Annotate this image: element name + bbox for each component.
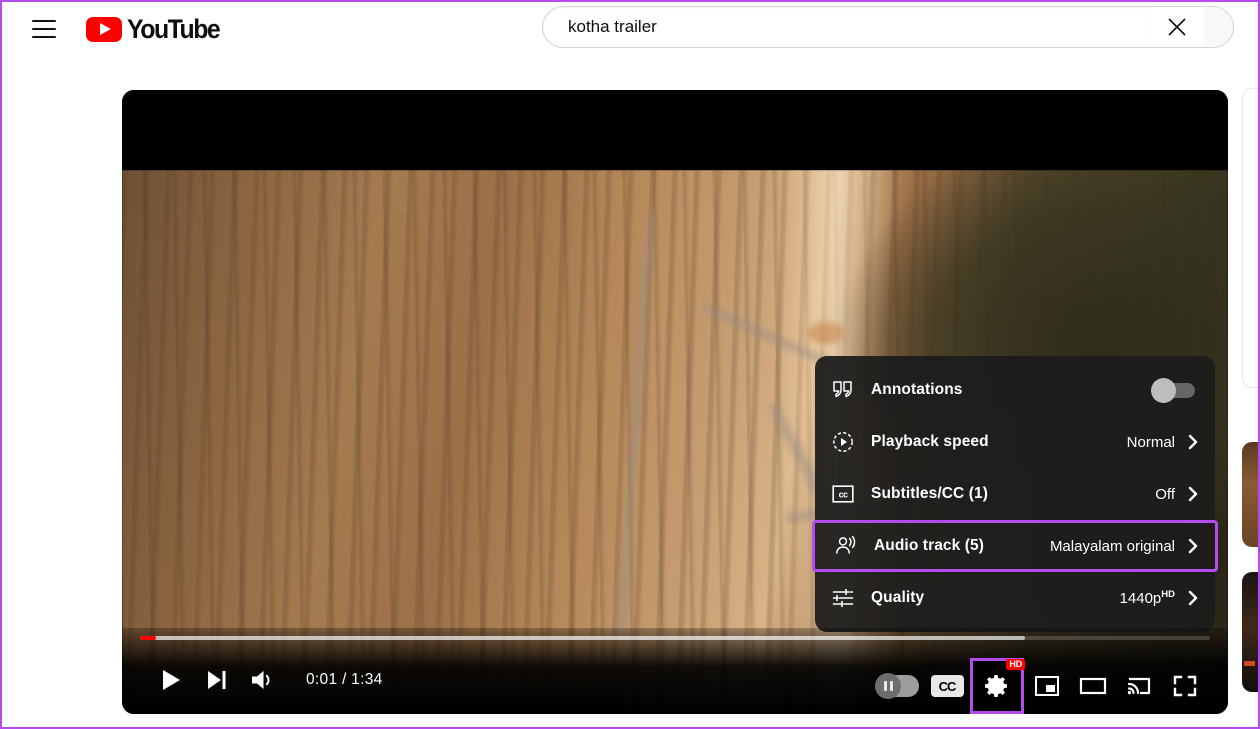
progress-bar[interactable] (140, 636, 1210, 640)
toggle-knob (1151, 377, 1176, 403)
settings-label-subtitles: Subtitles/CC (1) (871, 485, 988, 502)
settings-label-playback-speed: Playback speed (871, 433, 989, 450)
play-icon[interactable] (148, 658, 194, 702)
annotations-quote-icon (831, 379, 865, 401)
closed-captions-button[interactable]: CC (924, 664, 970, 708)
sidebar-panel-edge (1242, 88, 1258, 388)
cast-icon[interactable] (1116, 664, 1162, 708)
pause-bar (883, 681, 887, 691)
search-input-value: kotha trailer (568, 17, 657, 36)
volume-icon[interactable] (240, 658, 286, 702)
fullscreen-icon[interactable] (1162, 664, 1208, 708)
control-bar-right: CC HD (870, 658, 1208, 714)
quality-sliders-icon (831, 587, 865, 609)
search-submit-button[interactable] (1204, 6, 1234, 48)
settings-label-quality: Quality (871, 589, 925, 606)
autoplay-toggle-icon[interactable] (870, 664, 924, 708)
settings-label-annotations: Annotations (871, 381, 963, 398)
annotations-toggle[interactable] (1151, 377, 1195, 403)
search-input[interactable]: kotha trailer (542, 6, 1150, 48)
search-bar: kotha trailer (542, 6, 1234, 48)
youtube-logo-text: YouTube (127, 13, 221, 44)
settings-label-audio-track: Audio track (5) (874, 537, 985, 554)
chevron-right-icon (1185, 590, 1201, 606)
settings-row-playback-speed[interactable]: Playback speed Normal (815, 416, 1215, 468)
video-player[interactable]: Annotations Playback speed Normal cc Sub… (122, 90, 1228, 714)
time-display: 0:01 / 1:34 (306, 671, 383, 688)
video-blur-shape (615, 213, 655, 638)
pause-bar (889, 681, 893, 691)
closed-captions-icon: cc (831, 484, 865, 504)
youtube-logo[interactable]: YouTube (86, 14, 227, 45)
video-letterbox-bar (122, 90, 1228, 170)
settings-row-audio-track[interactable]: Audio track (5) Malayalam original (812, 520, 1218, 572)
chevron-right-icon (1185, 486, 1201, 502)
sidebar-video-thumbnail[interactable] (1242, 572, 1258, 692)
chevron-right-icon (1185, 538, 1201, 554)
youtube-play-icon (86, 16, 122, 42)
miniplayer-icon[interactable] (1024, 664, 1070, 708)
progress-loaded (140, 636, 1025, 640)
play-triangle (100, 23, 111, 35)
progress-played (140, 636, 157, 640)
player-control-bar: 0:01 / 1:34 CC HD (122, 628, 1228, 714)
playback-speed-icon (831, 430, 865, 454)
quality-value-text: 1440p (1119, 590, 1162, 607)
audio-track-icon (834, 535, 868, 557)
next-track-icon[interactable] (194, 658, 240, 702)
quality-hd-superscript: HD (1161, 589, 1175, 600)
gear-icon[interactable]: HD (970, 658, 1025, 714)
hamburger-line (32, 20, 56, 22)
close-icon[interactable] (1150, 6, 1204, 48)
cc-badge: CC (930, 675, 964, 697)
autoplay-knob (875, 673, 901, 699)
hamburger-menu-icon[interactable] (32, 20, 56, 38)
control-bar-left: 0:01 / 1:34 (148, 658, 383, 702)
settings-row-quality[interactable]: Quality 1440pHD (815, 572, 1215, 624)
hamburger-line (32, 28, 56, 30)
settings-value-quality: 1440pHD (1120, 589, 1175, 607)
settings-value-audio-track: Malayalam original (1049, 537, 1175, 555)
video-blur-shape (807, 322, 844, 345)
chevron-right-icon (1185, 434, 1201, 450)
hamburger-line (32, 36, 56, 38)
settings-value-playback-speed: Normal (1126, 433, 1175, 451)
settings-row-subtitles[interactable]: cc Subtitles/CC (1) Off (815, 468, 1215, 520)
player-settings-menu: Annotations Playback speed Normal cc Sub… (812, 356, 1218, 632)
autoplay-track (875, 673, 919, 699)
theater-mode-icon[interactable] (1070, 664, 1116, 708)
sidebar-video-thumbnail[interactable] (1242, 442, 1258, 547)
settings-value-subtitles: Off (1155, 485, 1175, 503)
youtube-header: YouTube kotha trailer (2, 2, 1258, 56)
browser-window: YouTube kotha trailer Annotations Playba… (0, 0, 1260, 729)
settings-row-annotations[interactable]: Annotations (815, 364, 1215, 416)
hd-badge: HD (1006, 659, 1025, 671)
svg-text:cc: cc (839, 490, 848, 500)
